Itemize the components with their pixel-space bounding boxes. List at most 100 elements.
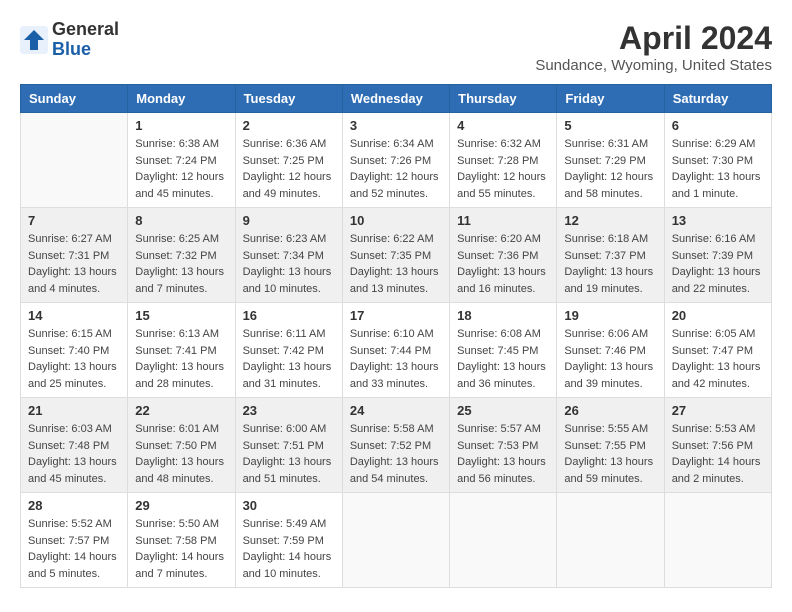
column-header-tuesday: Tuesday bbox=[235, 85, 342, 113]
calendar-week-row: 14 Sunrise: 6:15 AMSunset: 7:40 PMDayligh… bbox=[21, 303, 772, 398]
day-number: 2 bbox=[243, 118, 335, 133]
calendar-cell: 25 Sunrise: 5:57 AMSunset: 7:53 PMDayligh… bbox=[450, 398, 557, 493]
day-info: Sunrise: 6:11 AMSunset: 7:42 PMDaylight:… bbox=[243, 326, 335, 392]
day-info: Sunrise: 5:50 AMSunset: 7:58 PMDaylight:… bbox=[135, 516, 227, 582]
calendar-cell: 7 Sunrise: 6:27 AMSunset: 7:31 PMDaylight… bbox=[21, 208, 128, 303]
day-info: Sunrise: 6:00 AMSunset: 7:51 PMDaylight:… bbox=[243, 421, 335, 487]
calendar-cell: 26 Sunrise: 5:55 AMSunset: 7:55 PMDayligh… bbox=[557, 398, 664, 493]
calendar-cell bbox=[664, 493, 771, 588]
logo-text: General Blue bbox=[52, 20, 119, 60]
day-number: 23 bbox=[243, 403, 335, 418]
logo-icon bbox=[20, 26, 48, 54]
day-number: 17 bbox=[350, 308, 442, 323]
day-number: 9 bbox=[243, 213, 335, 228]
day-info: Sunrise: 6:10 AMSunset: 7:44 PMDaylight:… bbox=[350, 326, 442, 392]
page-header: General Blue April 2024 Sundance, Wyomin… bbox=[20, 20, 772, 74]
calendar-week-row: 1 Sunrise: 6:38 AMSunset: 7:24 PMDaylight… bbox=[21, 113, 772, 208]
calendar-cell: 18Sunrise: 6:08 AMSunset: 7:45 PMDayligh… bbox=[450, 303, 557, 398]
calendar-cell: 12 Sunrise: 6:18 AMSunset: 7:37 PMDayligh… bbox=[557, 208, 664, 303]
day-number: 13 bbox=[672, 213, 764, 228]
day-number: 25 bbox=[457, 403, 549, 418]
calendar-week-row: 21Sunrise: 6:03 AMSunset: 7:48 PMDayligh… bbox=[21, 398, 772, 493]
logo-general: General bbox=[52, 20, 119, 40]
day-number: 12 bbox=[564, 213, 656, 228]
calendar-cell: 28Sunrise: 5:52 AMSunset: 7:57 PMDayligh… bbox=[21, 493, 128, 588]
column-header-monday: Monday bbox=[128, 85, 235, 113]
day-number: 27 bbox=[672, 403, 764, 418]
day-number: 1 bbox=[135, 118, 227, 133]
calendar-cell: 19 Sunrise: 6:06 AMSunset: 7:46 PMDayligh… bbox=[557, 303, 664, 398]
day-info: Sunrise: 5:55 AMSunset: 7:55 PMDaylight:… bbox=[564, 421, 656, 487]
calendar-cell: 29Sunrise: 5:50 AMSunset: 7:58 PMDayligh… bbox=[128, 493, 235, 588]
calendar-cell bbox=[342, 493, 449, 588]
day-info: Sunrise: 5:49 AMSunset: 7:59 PMDaylight:… bbox=[243, 516, 335, 582]
calendar-cell: 24 Sunrise: 5:58 AMSunset: 7:52 PMDayligh… bbox=[342, 398, 449, 493]
day-number: 7 bbox=[28, 213, 120, 228]
calendar-cell: 15 Sunrise: 6:13 AMSunset: 7:41 PMDayligh… bbox=[128, 303, 235, 398]
calendar-cell: 9 Sunrise: 6:23 AMSunset: 7:34 PMDaylight… bbox=[235, 208, 342, 303]
calendar-cell: 16 Sunrise: 6:11 AMSunset: 7:42 PMDayligh… bbox=[235, 303, 342, 398]
calendar-cell: 13 Sunrise: 6:16 AMSunset: 7:39 PMDayligh… bbox=[664, 208, 771, 303]
day-number: 26 bbox=[564, 403, 656, 418]
day-info: Sunrise: 6:18 AMSunset: 7:37 PMDaylight:… bbox=[564, 231, 656, 297]
calendar-cell: 6 Sunrise: 6:29 AMSunset: 7:30 PMDaylight… bbox=[664, 113, 771, 208]
column-header-friday: Friday bbox=[557, 85, 664, 113]
day-info: Sunrise: 5:58 AMSunset: 7:52 PMDaylight:… bbox=[350, 421, 442, 487]
calendar-cell: 2 Sunrise: 6:36 AMSunset: 7:25 PMDaylight… bbox=[235, 113, 342, 208]
day-number: 14 bbox=[28, 308, 120, 323]
calendar-week-row: 28Sunrise: 5:52 AMSunset: 7:57 PMDayligh… bbox=[21, 493, 772, 588]
calendar-cell: 8 Sunrise: 6:25 AMSunset: 7:32 PMDaylight… bbox=[128, 208, 235, 303]
calendar-cell: 1 Sunrise: 6:38 AMSunset: 7:24 PMDaylight… bbox=[128, 113, 235, 208]
calendar-cell: 10Sunrise: 6:22 AMSunset: 7:35 PMDayligh… bbox=[342, 208, 449, 303]
logo: General Blue bbox=[20, 20, 119, 60]
calendar-cell: 17 Sunrise: 6:10 AMSunset: 7:44 PMDayligh… bbox=[342, 303, 449, 398]
day-number: 20 bbox=[672, 308, 764, 323]
day-info: Sunrise: 6:25 AMSunset: 7:32 PMDaylight:… bbox=[135, 231, 227, 297]
day-info: Sunrise: 6:29 AMSunset: 7:30 PMDaylight:… bbox=[672, 136, 764, 202]
calendar-cell: 11 Sunrise: 6:20 AMSunset: 7:36 PMDayligh… bbox=[450, 208, 557, 303]
subtitle: Sundance, Wyoming, United States bbox=[535, 57, 772, 74]
calendar-table: SundayMondayTuesdayWednesdayThursdayFrid… bbox=[20, 84, 772, 588]
column-header-wednesday: Wednesday bbox=[342, 85, 449, 113]
calendar-week-row: 7 Sunrise: 6:27 AMSunset: 7:31 PMDaylight… bbox=[21, 208, 772, 303]
day-number: 15 bbox=[135, 308, 227, 323]
calendar-cell: 22 Sunrise: 6:01 AMSunset: 7:50 PMDayligh… bbox=[128, 398, 235, 493]
column-header-saturday: Saturday bbox=[664, 85, 771, 113]
logo-blue: Blue bbox=[52, 40, 119, 60]
calendar-cell: 14 Sunrise: 6:15 AMSunset: 7:40 PMDayligh… bbox=[21, 303, 128, 398]
day-info: Sunrise: 6:01 AMSunset: 7:50 PMDaylight:… bbox=[135, 421, 227, 487]
day-info: Sunrise: 6:23 AMSunset: 7:34 PMDaylight:… bbox=[243, 231, 335, 297]
day-info: Sunrise: 6:15 AMSunset: 7:40 PMDaylight:… bbox=[28, 326, 120, 392]
day-info: Sunrise: 6:38 AMSunset: 7:24 PMDaylight:… bbox=[135, 136, 227, 202]
day-info: Sunrise: 6:13 AMSunset: 7:41 PMDaylight:… bbox=[135, 326, 227, 392]
day-number: 11 bbox=[457, 213, 549, 228]
day-info: Sunrise: 6:36 AMSunset: 7:25 PMDaylight:… bbox=[243, 136, 335, 202]
day-info: Sunrise: 6:05 AMSunset: 7:47 PMDaylight:… bbox=[672, 326, 764, 392]
day-number: 16 bbox=[243, 308, 335, 323]
day-info: Sunrise: 6:20 AMSunset: 7:36 PMDaylight:… bbox=[457, 231, 549, 297]
day-info: Sunrise: 6:03 AMSunset: 7:48 PMDaylight:… bbox=[28, 421, 120, 487]
day-number: 8 bbox=[135, 213, 227, 228]
column-header-thursday: Thursday bbox=[450, 85, 557, 113]
day-number: 24 bbox=[350, 403, 442, 418]
main-title: April 2024 bbox=[535, 20, 772, 57]
day-number: 4 bbox=[457, 118, 549, 133]
day-info: Sunrise: 6:22 AMSunset: 7:35 PMDaylight:… bbox=[350, 231, 442, 297]
calendar-cell: 23 Sunrise: 6:00 AMSunset: 7:51 PMDayligh… bbox=[235, 398, 342, 493]
calendar-cell bbox=[450, 493, 557, 588]
calendar-cell: 20 Sunrise: 6:05 AMSunset: 7:47 PMDayligh… bbox=[664, 303, 771, 398]
day-number: 19 bbox=[564, 308, 656, 323]
day-info: Sunrise: 6:08 AMSunset: 7:45 PMDaylight:… bbox=[457, 326, 549, 392]
day-info: Sunrise: 6:16 AMSunset: 7:39 PMDaylight:… bbox=[672, 231, 764, 297]
day-info: Sunrise: 6:06 AMSunset: 7:46 PMDaylight:… bbox=[564, 326, 656, 392]
calendar-cell bbox=[557, 493, 664, 588]
calendar-header-row: SundayMondayTuesdayWednesdayThursdayFrid… bbox=[21, 85, 772, 113]
calendar-cell: 21Sunrise: 6:03 AMSunset: 7:48 PMDayligh… bbox=[21, 398, 128, 493]
day-info: Sunrise: 5:57 AMSunset: 7:53 PMDaylight:… bbox=[457, 421, 549, 487]
day-info: Sunrise: 6:27 AMSunset: 7:31 PMDaylight:… bbox=[28, 231, 120, 297]
day-number: 6 bbox=[672, 118, 764, 133]
day-number: 28 bbox=[28, 498, 120, 513]
day-number: 22 bbox=[135, 403, 227, 418]
calendar-cell bbox=[21, 113, 128, 208]
day-number: 3 bbox=[350, 118, 442, 133]
